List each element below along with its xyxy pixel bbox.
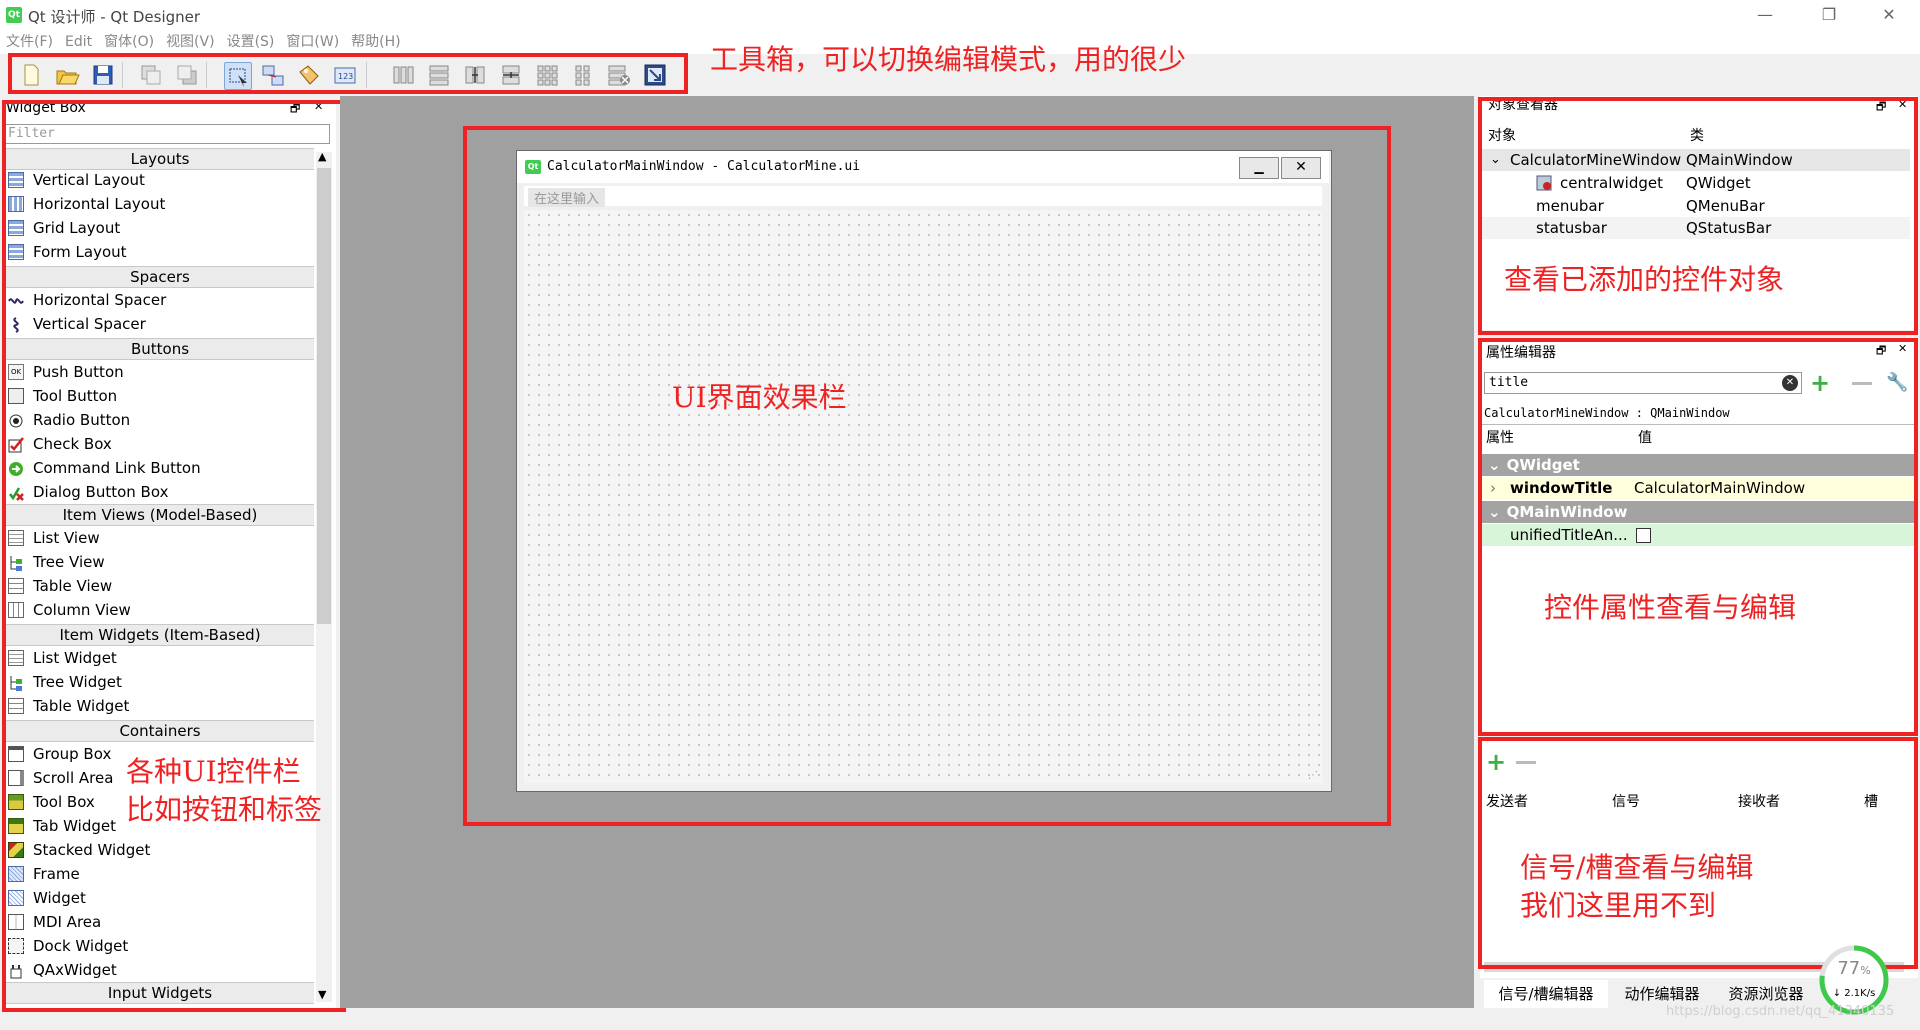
widget-box-annotation-line2: 比如按钮和标签 bbox=[126, 793, 323, 826]
watermark: https://blog.csdn.net/qq_41340135 bbox=[1666, 1004, 1895, 1019]
toolbar-annotation: 工具箱，可以切换编辑模式，用的很少 bbox=[710, 43, 1187, 76]
menu-file[interactable]: 文件(F) bbox=[0, 30, 59, 54]
menu-help[interactable]: 帮助(H) bbox=[345, 30, 406, 54]
close-button[interactable]: ✕ bbox=[1866, 0, 1912, 30]
window-title: Qt 设计师 - Qt Designer bbox=[28, 8, 201, 26]
widget-box-highlight bbox=[2, 100, 346, 1012]
minimize-button[interactable]: — bbox=[1742, 0, 1788, 30]
property-editor-annotation: 控件属性查看与编辑 bbox=[1544, 591, 1797, 624]
tab-signal-slot-editor[interactable]: 信号/槽编辑器 bbox=[1484, 980, 1608, 1008]
object-inspector-annotation: 查看已添加的控件对象 bbox=[1504, 263, 1785, 296]
widget-box-annotation-line1: 各种UI控件栏 bbox=[126, 755, 301, 788]
signal-slot-annotation-line1: 信号/槽查看与编辑 bbox=[1520, 851, 1754, 884]
property-editor-highlight bbox=[1478, 338, 1918, 736]
central-highlight bbox=[463, 126, 1391, 826]
network-percent: 77% bbox=[1837, 958, 1871, 979]
network-speed: ↓ 2.1K/s bbox=[1832, 988, 1876, 999]
menu-form[interactable]: 窗体(O) bbox=[98, 30, 160, 54]
menu-settings[interactable]: 设置(S) bbox=[221, 30, 281, 54]
menu-view[interactable]: 视图(V) bbox=[160, 30, 221, 54]
qt-logo-icon: Qt bbox=[6, 7, 22, 23]
central-annotation: UI界面效果栏 bbox=[672, 381, 847, 414]
signal-slot-annotation-line2: 我们这里用不到 bbox=[1520, 889, 1717, 922]
object-inspector-highlight bbox=[1478, 97, 1918, 335]
menu-window[interactable]: 窗口(W) bbox=[280, 30, 345, 54]
menu-edit[interactable]: Edit bbox=[59, 30, 98, 54]
restore-button[interactable]: ❐ bbox=[1806, 0, 1852, 30]
toolbar-highlight bbox=[8, 53, 688, 94]
title-bar: Qt Qt 设计师 - Qt Designer — ❐ ✕ bbox=[0, 0, 1920, 30]
